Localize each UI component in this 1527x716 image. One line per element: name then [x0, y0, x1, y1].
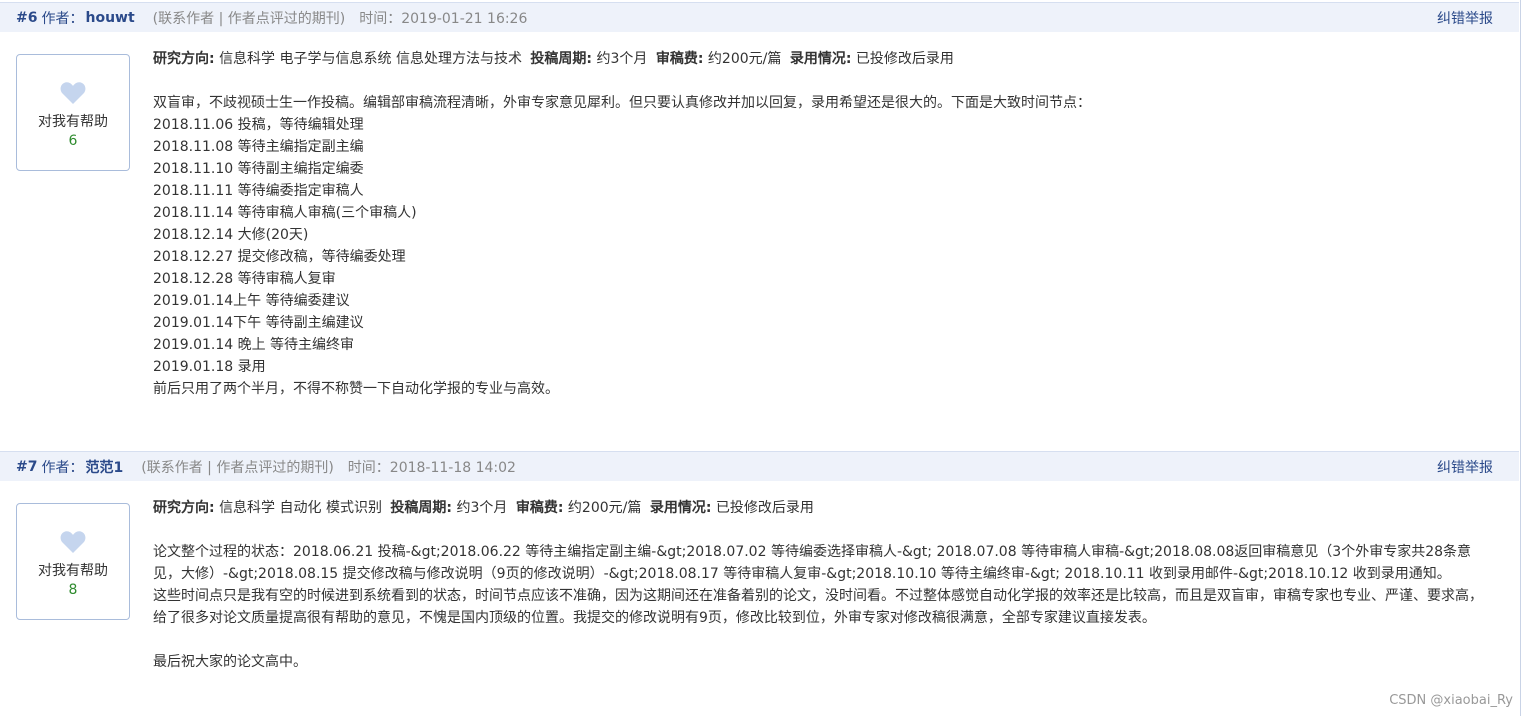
post-6: #6 作者： houwt (联系作者 | 作者点评过的期刊) 时间：2019-0…	[0, 2, 1519, 397]
helpful-count: 8	[68, 582, 78, 598]
cycle-value: 约3个月	[596, 51, 648, 67]
post-text-line: 2018.11.11 等待编委指定审稿人	[153, 183, 364, 199]
heart-icon	[60, 531, 86, 553]
post-paragraph: 最后祝大家的论文高中。	[153, 654, 307, 670]
post-text-line: 前后只用了两个半月，不得不称赞一下自动化学报的专业与高效。	[153, 381, 559, 397]
result-label: 录用情况:	[789, 51, 852, 67]
result-value: 已投修改后录用	[715, 500, 814, 516]
post-text-line: 2018.12.27 提交修改稿，等待编委处理	[153, 249, 406, 265]
author-link[interactable]: 范范1	[85, 457, 123, 477]
cycle-label: 投稿周期:	[390, 500, 453, 516]
fee-value: 约200元/篇	[567, 500, 642, 516]
heart-icon	[60, 82, 86, 104]
helpful-label: 对我有帮助	[38, 114, 108, 130]
cycle-value: 约3个月	[456, 500, 508, 516]
post-text-line: 2018.11.08 等待主编指定副主编	[153, 139, 364, 155]
helpful-label: 对我有帮助	[38, 563, 108, 579]
csdn-watermark: CSDN @xiaobai_Ry	[1389, 693, 1513, 708]
result-label: 录用情况:	[649, 500, 712, 516]
post-time: 2019-01-21 16:26	[401, 10, 528, 27]
post-paragraph: 这些时间点只是我有空的时候进到系统看到的状态，时间节点应该不准确，因为这期间还在…	[153, 588, 1483, 626]
post-text-line: 2019.01.14 晚上 等待主编终审	[153, 337, 355, 353]
post-meta: 研究方向: 信息科学 自动化 模式识别 投稿周期: 约3个月 审稿费: 约200…	[153, 497, 1493, 519]
post-time-label: 时间：2019-01-21 16:26	[359, 10, 528, 27]
direction-label: 研究方向:	[153, 500, 215, 516]
post-time: 2018-11-18 14:02	[389, 459, 516, 476]
post-text-line: 2019.01.18 录用	[153, 359, 266, 375]
post-content: 研究方向: 信息科学 自动化 模式识别 投稿周期: 约3个月 审稿费: 约200…	[153, 497, 1493, 673]
post-header: #6 作者： houwt (联系作者 | 作者点评过的期刊) 时间：2019-0…	[0, 2, 1519, 32]
contact-author-links[interactable]: (联系作者 | 作者点评过的期刊)	[141, 457, 334, 477]
helpful-button[interactable]: 对我有帮助 6	[16, 54, 130, 171]
fee-label: 审稿费:	[655, 51, 704, 67]
post-text-line: 2018.12.14 大修(20天)	[153, 227, 309, 243]
fee-label: 审稿费:	[515, 500, 564, 516]
post-header: #7 作者： 范范1 (联系作者 | 作者点评过的期刊) 时间：2018-11-…	[0, 451, 1519, 481]
helpful-count: 6	[68, 133, 78, 149]
helpful-button[interactable]: 对我有帮助 8	[16, 503, 130, 620]
post-text-line: 双盲审，不歧视硕士生一作投稿。编辑部审稿流程清晰，外审专家意见犀利。但只要认真修…	[153, 95, 1091, 111]
post-text-line: 2018.11.14 等待审稿人审稿(三个审稿人)	[153, 205, 417, 221]
post-number: #6	[16, 9, 38, 26]
cycle-label: 投稿周期:	[530, 51, 593, 67]
contact-author-links[interactable]: (联系作者 | 作者点评过的期刊)	[153, 8, 346, 28]
post-text-line: 2019.01.14上午 等待编委建议	[153, 293, 350, 309]
post-time-label: 时间：2018-11-18 14:02	[347, 459, 516, 476]
post-7: #7 作者： 范范1 (联系作者 | 作者点评过的期刊) 时间：2018-11-…	[0, 451, 1519, 670]
author-label: 作者：	[41, 459, 84, 476]
post-meta: 研究方向: 信息科学 电子学与信息系统 信息处理方法与技术 投稿周期: 约3个月…	[153, 48, 1493, 70]
author-label: 作者：	[41, 10, 84, 27]
post-text-line: 2018.11.06 投稿，等待编辑处理	[153, 117, 364, 133]
post-text-line: 2018.12.28 等待审稿人复审	[153, 271, 336, 287]
report-link[interactable]: 纠错举报	[1437, 8, 1493, 28]
post-number: #7	[16, 458, 38, 475]
post-content: 研究方向: 信息科学 电子学与信息系统 信息处理方法与技术 投稿周期: 约3个月…	[153, 48, 1493, 400]
author-link[interactable]: houwt	[85, 10, 134, 26]
result-value: 已投修改后录用	[855, 51, 954, 67]
page-right-border	[1520, 0, 1521, 716]
post-text-line: 2019.01.14下午 等待副主编建议	[153, 315, 364, 331]
post-paragraph: 论文整个过程的状态：2018.06.21 投稿-&gt;2018.06.22 等…	[153, 544, 1472, 582]
direction-value: 信息科学 电子学与信息系统 信息处理方法与技术	[219, 51, 522, 67]
report-link[interactable]: 纠错举报	[1437, 457, 1493, 477]
post-text-line: 2018.11.10 等待副主编指定编委	[153, 161, 364, 177]
direction-label: 研究方向:	[153, 51, 215, 67]
fee-value: 约200元/篇	[707, 51, 782, 67]
direction-value: 信息科学 自动化 模式识别	[219, 500, 382, 516]
